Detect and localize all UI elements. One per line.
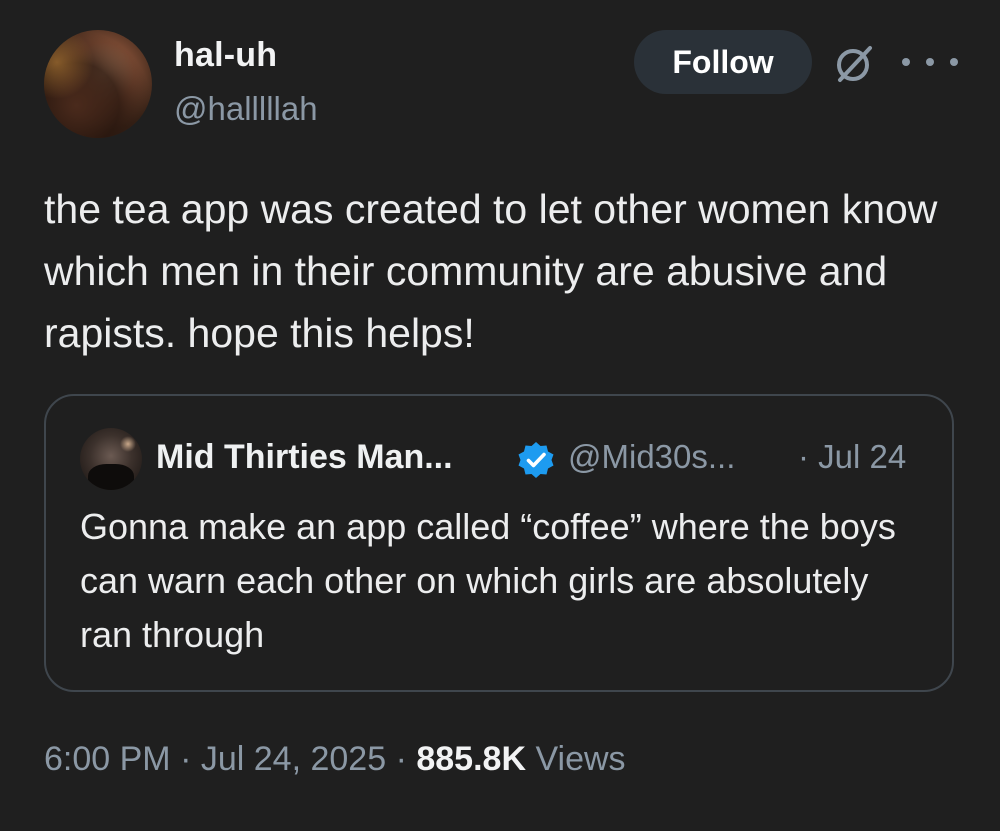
- follow-button[interactable]: Follow: [634, 30, 812, 94]
- quoted-author-avatar[interactable]: [80, 428, 142, 490]
- meta-separator: ·: [395, 740, 407, 778]
- author-display-name[interactable]: hal-uh: [174, 36, 277, 75]
- quoted-author-display-name[interactable]: Mid Thirties Man...: [156, 438, 453, 477]
- grok-icon[interactable]: [832, 42, 876, 86]
- tweet-text: the tea app was created to let other wom…: [44, 186, 938, 356]
- more-options-icon[interactable]: [902, 50, 958, 74]
- quoted-tweet-text: Gonna make an app called “coffee” where …: [80, 506, 896, 655]
- tweet-date[interactable]: Jul 24, 2025: [201, 740, 386, 778]
- views-count[interactable]: 885.8K: [416, 740, 526, 778]
- verified-badge-icon: [518, 442, 554, 478]
- tweet-container: hal-uh @halllllah Follow the tea app was…: [0, 0, 1000, 831]
- views-label[interactable]: Views: [535, 740, 625, 778]
- quoted-tweet[interactable]: Mid Thirties Man... @Mid30s... · Jul 24 …: [44, 394, 954, 692]
- quoted-author-handle[interactable]: @Mid30s...: [568, 438, 735, 476]
- meta-separator: ·: [180, 740, 192, 778]
- tweet-time[interactable]: 6:00 PM: [44, 740, 171, 778]
- quoted-tweet-date[interactable]: · Jul 24: [798, 438, 906, 476]
- author-handle[interactable]: @halllllah: [174, 90, 318, 128]
- tweet-meta: 6:00 PM · Jul 24, 2025 · 885.8K Views: [44, 740, 626, 779]
- author-avatar[interactable]: [44, 30, 152, 138]
